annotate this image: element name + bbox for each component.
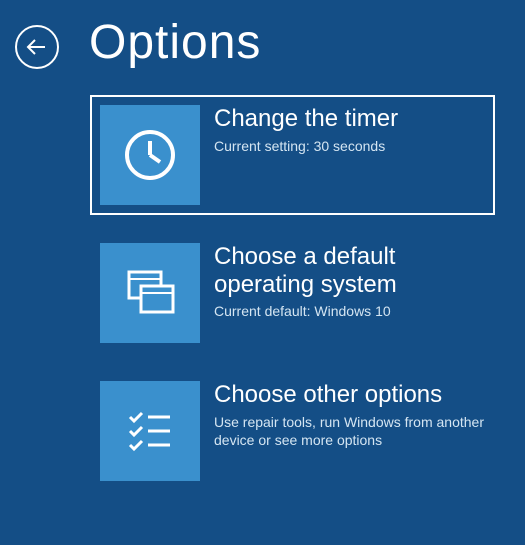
option-default-os[interactable]: Choose a default operating system Curren… bbox=[90, 233, 495, 353]
back-arrow-icon bbox=[25, 35, 49, 59]
option-other-options[interactable]: Choose other options Use repair tools, r… bbox=[90, 371, 495, 491]
option-title: Choose a default operating system bbox=[214, 243, 485, 298]
option-change-timer[interactable]: Change the timer Current setting: 30 sec… bbox=[90, 95, 495, 215]
back-button[interactable] bbox=[15, 25, 59, 69]
option-title: Change the timer bbox=[214, 105, 398, 133]
header: Options bbox=[0, 0, 525, 70]
options-list: Change the timer Current setting: 30 sec… bbox=[0, 70, 525, 491]
windows-icon bbox=[100, 243, 200, 343]
checklist-icon bbox=[100, 381, 200, 481]
clock-icon bbox=[100, 105, 200, 205]
page-title: Options bbox=[89, 15, 261, 70]
option-subtitle: Current setting: 30 seconds bbox=[214, 137, 398, 155]
option-subtitle: Use repair tools, run Windows from anoth… bbox=[214, 413, 485, 449]
option-title: Choose other options bbox=[214, 381, 485, 409]
option-subtitle: Current default: Windows 10 bbox=[214, 302, 485, 320]
